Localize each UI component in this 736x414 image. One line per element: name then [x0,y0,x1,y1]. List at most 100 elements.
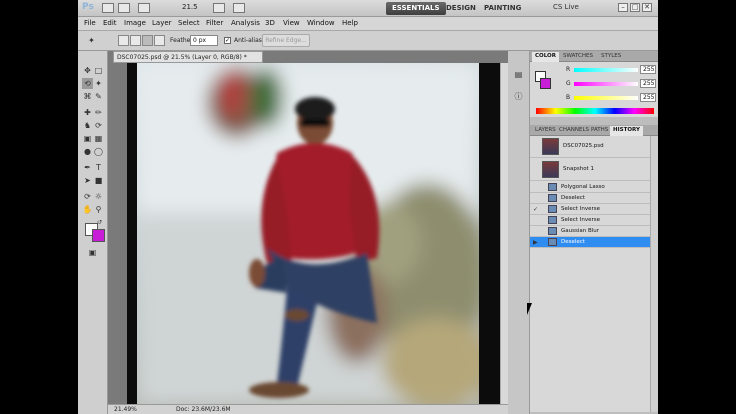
history-state[interactable]: Gaussian Blur [530,226,650,237]
pen-tool-icon[interactable]: ✒ [82,162,93,173]
menu-analysis[interactable]: Analysis [231,19,260,27]
menu-filter[interactable]: Filter [206,19,223,27]
history-panel: DSC07025.psd Snapshot 1 Polygonal Lasso … [530,136,658,412]
r-slider[interactable] [574,68,638,72]
document-canvas[interactable] [127,63,502,405]
snapshot-thumbnail [542,161,559,178]
gradient-tool-icon[interactable]: ▦ [93,133,104,144]
healing-brush-tool-icon[interactable]: ✚ [82,107,93,118]
eraser-tool-icon[interactable]: ▣ [82,133,93,144]
lasso-tool-icon[interactable]: ⟲ [82,78,93,89]
lasso-preset-icon[interactable]: ✦ [86,35,97,46]
menu-window[interactable]: Window [307,19,335,27]
snapshot-thumbnail [542,138,559,155]
zoom-tool-icon[interactable]: ⚲ [93,204,104,215]
type-tool-icon[interactable]: T [93,162,104,173]
cs-live-button[interactable]: CS Live [553,3,579,11]
workspace-design[interactable]: DESIGN [440,2,482,15]
eyedropper-tool-icon[interactable]: ✎ [93,91,104,102]
g-slider[interactable] [574,82,638,86]
feather-input[interactable]: 0 px [190,35,218,46]
history-state[interactable]: Deselect [530,193,650,204]
history-state[interactable]: Polygonal Lasso [530,182,650,193]
3d-rotate-tool-icon[interactable]: ⟳ [82,191,93,202]
zoom-level-select[interactable]: 21.5 [182,3,198,11]
background-color-swatch[interactable] [92,229,105,242]
hand-tool-icon[interactable]: ✋ [82,204,93,215]
add-to-selection-icon[interactable] [130,35,141,46]
screen-mode-icon[interactable] [233,3,245,13]
mini-bridge-icon[interactable] [118,3,130,13]
workspace-essentials[interactable]: ESSENTIALS [386,2,446,15]
menu-edit[interactable]: Edit [103,19,117,27]
tools-panel: ✥ □ ⟲ ✦ ⌘ ✎ ✚ ✏ ♞ ⟳ ▣ ▦ ● ◯ ✒ T ➤ ■ ⟳ ☼ … [78,51,108,414]
blur-tool-icon[interactable]: ● [82,146,93,157]
workspace-painting[interactable]: PAINTING [478,2,527,15]
menu-image[interactable]: Image [124,19,146,27]
history-brush-tool-icon[interactable]: ⟳ [93,120,104,131]
marquee-tool-icon[interactable]: □ [93,65,104,76]
history-state[interactable]: Select Inverse [530,215,650,226]
history-panel-tabs: LAYERS CHANNELS PATHS HISTORY [530,125,658,136]
history-state-icon [548,183,557,191]
menu-bar: File Edit Image Layer Select Filter Anal… [78,17,658,31]
menu-file[interactable]: File [84,19,96,27]
arrange-documents-icon[interactable] [213,3,225,13]
menu-view[interactable]: View [283,19,300,27]
tab-swatches[interactable]: SWATCHES [560,52,596,62]
status-bar: 21.49% Doc: 23.6M/23.6M [108,404,508,414]
b-slider[interactable] [574,96,638,100]
dodge-tool-icon[interactable]: ◯ [93,146,104,157]
tab-color[interactable]: COLOR [532,52,559,62]
document-tab[interactable]: DSC07025.psd @ 21.5% (Layer 0, RGB/8) * [113,51,263,63]
move-tool-icon[interactable]: ✥ [82,65,93,76]
shape-tool-icon[interactable]: ■ [93,175,104,186]
subtract-from-selection-icon[interactable] [142,35,153,46]
clone-stamp-tool-icon[interactable]: ♞ [82,120,93,131]
application-bar: Ps 21.5 ESSENTIALS DESIGN PAINTING CS Li… [78,0,658,17]
color-panel-background-swatch[interactable] [540,78,551,89]
menu-layer[interactable]: Layer [152,19,172,27]
refine-edge-button[interactable]: Refine Edge... [262,34,310,47]
histogram-panel-icon[interactable]: ▤ [513,69,524,80]
tab-paths[interactable]: PATHS [588,126,611,136]
b-value[interactable]: 255 [640,93,656,102]
history-state-selected[interactable]: ▶ Deselect [530,237,650,248]
intersect-selection-icon[interactable] [154,35,165,46]
status-zoom[interactable]: 21.49% [114,406,137,413]
maximize-button[interactable]: □ [630,3,640,12]
tab-layers[interactable]: LAYERS [532,126,559,136]
menu-select[interactable]: Select [178,19,200,27]
path-selection-tool-icon[interactable]: ➤ [82,175,93,186]
close-window-button[interactable]: ✕ [642,3,652,12]
history-brush-source-icon[interactable]: ✓ [533,205,542,214]
brush-tool-icon[interactable]: ✏ [93,107,104,118]
history-state-label: Polygonal Lasso [561,184,605,190]
r-value[interactable]: 255 [640,65,656,74]
3d-orbit-tool-icon[interactable]: ☼ [93,191,104,202]
history-snapshot[interactable]: DSC07025.psd [530,136,650,158]
blurred-photo [137,63,479,405]
history-state-label: Gaussian Blur [561,228,600,234]
history-scrollbar[interactable] [650,136,658,412]
view-extras-icon[interactable] [138,3,150,13]
new-selection-icon[interactable] [118,35,129,46]
tab-channels[interactable]: CHANNELS [556,126,592,136]
g-value[interactable]: 255 [640,79,656,88]
crop-tool-icon[interactable]: ⌘ [82,91,93,102]
tab-styles[interactable]: STYLES [598,52,624,62]
quick-selection-tool-icon[interactable]: ✦ [93,78,104,89]
history-state[interactable]: ✓ Select Inverse [530,204,650,215]
color-spectrum[interactable] [536,108,654,114]
history-snapshot[interactable]: Snapshot 1 [530,159,650,181]
antialias-checkbox[interactable]: ✓ [224,37,231,44]
menu-help[interactable]: Help [342,19,358,27]
tab-history[interactable]: HISTORY [610,126,643,136]
quick-mask-icon[interactable]: ▣ [87,247,98,258]
info-panel-icon[interactable]: ⓘ [513,91,524,102]
minimize-button[interactable]: – [618,3,628,12]
bridge-icon[interactable] [102,3,114,13]
menu-3d[interactable]: 3D [265,19,275,27]
canvas-area: DSC07025.psd @ 21.5% (Layer 0, RGB/8) * [108,51,508,414]
canvas-vertical-scrollbar[interactable] [500,63,508,404]
